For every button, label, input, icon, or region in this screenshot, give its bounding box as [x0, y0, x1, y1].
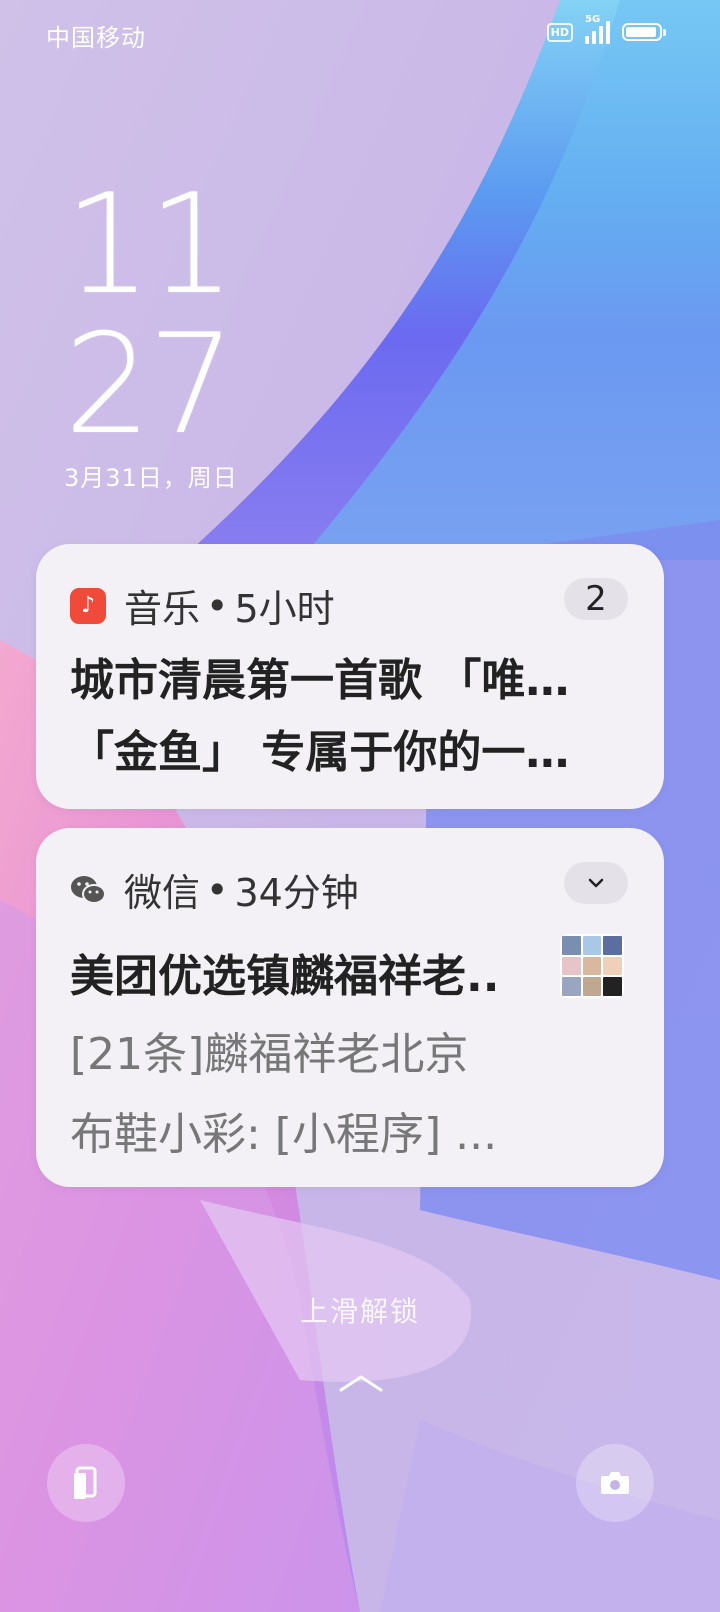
- separator-dot: •: [206, 583, 229, 628]
- notification-title: 美团优选镇麟福祥老..: [70, 951, 500, 1002]
- camera-shortcut-button[interactable]: [576, 1444, 654, 1522]
- carrier-name: 中国移动: [46, 24, 146, 52]
- notification-wechat[interactable]: 微信 • 34分钟 美团优选镇麟福祥老.. [21条]麟福祥老北京 布鞋小彩: …: [36, 828, 664, 1187]
- group-avatar: [560, 934, 624, 998]
- swipe-up-hint: 上滑解锁: [299, 1295, 420, 1328]
- app-name: 微信: [124, 871, 201, 915]
- notification-count-badge[interactable]: 2: [564, 578, 628, 620]
- wallet-card-icon: [74, 1466, 97, 1499]
- chevron-down-icon: [588, 878, 604, 888]
- clock-hour: 11: [64, 164, 236, 325]
- notification-body: 「金鱼」 专属于你的一…: [70, 727, 570, 778]
- status-icons: HD 5G: [546, 14, 666, 44]
- notification-time: 34分钟: [234, 871, 359, 915]
- battery-level: [626, 27, 657, 37]
- app-name: 音乐: [124, 587, 201, 631]
- notification-header: 微信 • 34分钟: [70, 862, 359, 917]
- hd-voice-icon: HD: [546, 22, 573, 42]
- notification-header: ♪ 音乐 • 5小时: [70, 578, 335, 633]
- notification-title: 城市清晨第一首歌 「唯…: [70, 655, 570, 706]
- chevron-up-icon: [339, 1375, 383, 1392]
- network-type-label: 5G: [585, 14, 601, 25]
- expand-button[interactable]: [564, 862, 628, 904]
- notification-body-line1: [21条]麟福祥老北京: [70, 1029, 469, 1080]
- battery-icon: [622, 23, 666, 41]
- date-label: 3月31日，周日: [64, 464, 238, 492]
- status-bar: 中国移动 HD 5G: [0, 0, 720, 66]
- clock-minute: 27: [64, 304, 236, 465]
- signal-strength-icon: 5G: [585, 14, 610, 44]
- notification-time: 5小时: [234, 587, 335, 631]
- separator-dot: •: [206, 867, 229, 912]
- notification-body-line2: 布鞋小彩: [小程序] ...: [70, 1109, 498, 1160]
- wechat-icon: [70, 872, 106, 908]
- music-note-icon: ♪: [70, 587, 106, 624]
- camera-icon: [601, 1472, 629, 1494]
- notification-music[interactable]: ♪ 音乐 • 5小时 2 城市清晨第一首歌 「唯… 「金鱼」 专属于你的一…: [36, 544, 664, 809]
- wallet-shortcut-button[interactable]: [47, 1444, 125, 1522]
